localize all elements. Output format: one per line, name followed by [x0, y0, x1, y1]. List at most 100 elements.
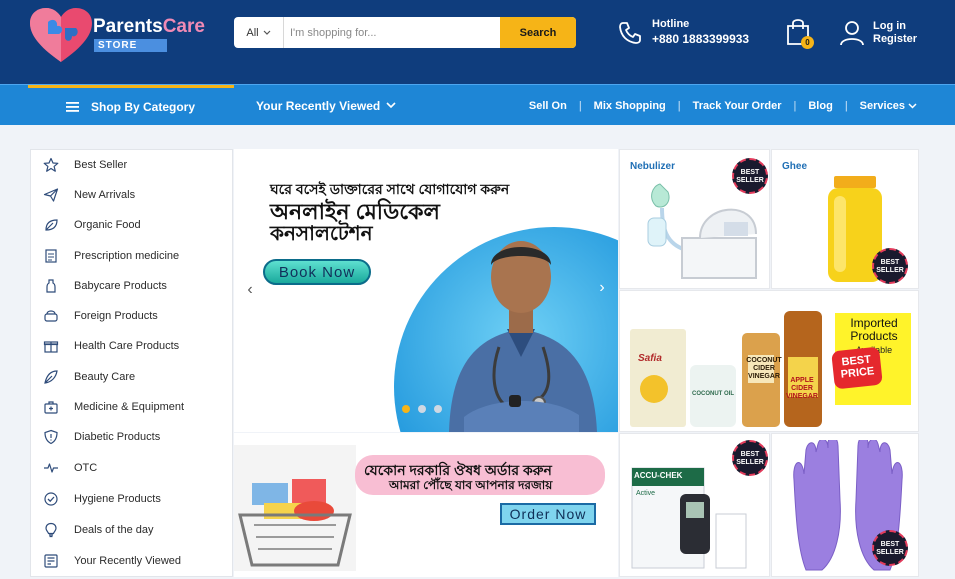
- sidebar-item-label: Best Seller: [74, 159, 128, 171]
- recently-viewed-label: Your Recently Viewed: [256, 98, 381, 113]
- search-input[interactable]: [290, 17, 500, 48]
- nav-divider: |: [793, 99, 797, 112]
- search-button[interactable]: Search: [500, 17, 576, 48]
- chevron-down-icon: [386, 102, 396, 109]
- nav-links: Sell On | Mix Shopping | Track Your Orde…: [529, 85, 917, 126]
- check-circle-icon: [44, 492, 58, 506]
- heartbeat-icon: [44, 463, 58, 473]
- gift-box-icon: [43, 341, 59, 353]
- prescription-icon: [45, 249, 57, 263]
- tile-accu-chek[interactable]: ACCU-CHEK Active BEST SELLER: [619, 433, 770, 577]
- chevron-down-icon: [263, 30, 271, 35]
- register-link[interactable]: Register: [873, 33, 917, 45]
- sidebar-item-health-care[interactable]: Health Care Products: [31, 331, 234, 361]
- promo-subtitle: আমরা পৌঁছে যাব আপনার দরজায়: [389, 478, 553, 492]
- best-seller-badge: BEST SELLER: [732, 158, 768, 194]
- nav-link-track-order[interactable]: Track Your Order: [693, 100, 782, 112]
- star-icon: [43, 157, 59, 172]
- tile-gloves[interactable]: BEST SELLER: [771, 433, 919, 577]
- sidebar-item-label: Organic Food: [74, 219, 141, 231]
- chevron-down-icon: [908, 102, 917, 109]
- phone-icon: [619, 22, 641, 44]
- sidebar-item-label: Foreign Products: [74, 310, 158, 322]
- tile-title-ghee: Ghee: [782, 161, 808, 172]
- best-price-tag: BEST PRICE: [831, 346, 883, 390]
- search-bar: All Search: [234, 17, 576, 48]
- sidebar-item-label: Your Recently Viewed: [74, 555, 182, 567]
- sidebar-item-organic-food[interactable]: Organic Food: [31, 210, 234, 240]
- nav-link-services[interactable]: Services: [860, 100, 917, 112]
- history-icon: [44, 554, 58, 568]
- search-category-select[interactable]: All: [234, 17, 284, 48]
- cart-count-badge: 0: [801, 36, 814, 49]
- book-now-button[interactable]: Book Now: [263, 259, 371, 285]
- shield-icon: [44, 429, 58, 445]
- shop-by-category-label: Shop By Category: [91, 100, 196, 114]
- slider-dot[interactable]: [434, 405, 442, 413]
- baby-bottle-icon: [46, 279, 56, 293]
- sidebar-item-prescription-medicine[interactable]: Prescription medicine: [31, 241, 234, 271]
- sidebar-item-babycare[interactable]: Babycare Products: [31, 271, 234, 301]
- hotline-number: +880 1883399933: [652, 32, 750, 46]
- slider-dot[interactable]: [418, 405, 426, 413]
- tile-imported-products[interactable]: Safia COCONUT OIL COCONUT CIDER VINEGAR …: [619, 290, 919, 432]
- hamburger-menu-icon: [66, 102, 79, 112]
- sidebar-item-label: Health Care Products: [74, 340, 180, 352]
- logo-store-tag: STORE: [94, 39, 168, 52]
- nav-link-blog[interactable]: Blog: [808, 100, 832, 112]
- sidebar-item-label: Beauty Care: [74, 371, 136, 383]
- sidebar-item-foreign-products[interactable]: Foreign Products: [31, 301, 234, 331]
- sidebar-item-otc[interactable]: OTC: [31, 453, 234, 483]
- cart-button[interactable]: 0: [785, 17, 815, 49]
- slider-prev-arrow[interactable]: ‹: [242, 281, 258, 299]
- hero-subtitle: কনসালটেশন: [270, 223, 373, 245]
- user-icon: [840, 21, 864, 46]
- paper-plane-icon: [43, 188, 59, 202]
- doctor-illustration: [449, 241, 597, 432]
- sidebar-item-best-seller[interactable]: Best Seller: [31, 150, 234, 180]
- order-now-button[interactable]: Order Now: [500, 503, 596, 525]
- site-logo[interactable]: ParentsCare STORE: [30, 8, 210, 64]
- nav-link-mix-shopping[interactable]: Mix Shopping: [594, 100, 666, 112]
- best-seller-badge: BEST SELLER: [872, 530, 908, 566]
- sidebar-item-new-arrivals[interactable]: New Arrivals: [31, 180, 234, 210]
- sidebar-item-diabetic-products[interactable]: Diabetic Products: [31, 422, 234, 452]
- sidebar-item-label: Medicine & Equipment: [74, 401, 185, 413]
- sidebar-item-deals-of-the-day[interactable]: Deals of the day: [31, 515, 234, 545]
- slider-dot[interactable]: [402, 405, 410, 413]
- nav-link-sell-on[interactable]: Sell On: [529, 100, 567, 112]
- sidebar-item-medicine-equipment[interactable]: Medicine & Equipment: [31, 392, 234, 422]
- leaf-icon: [45, 219, 58, 231]
- logo-brand-name: ParentsCare: [93, 16, 205, 37]
- sidebar-item-beauty-care[interactable]: Beauty Care: [31, 362, 234, 392]
- category-sidebar: Best Seller New Arrivals Organic Food Pr…: [30, 149, 233, 577]
- medical-kit-icon: [44, 401, 58, 414]
- top-header: ParentsCare STORE All Search Hotline +88…: [0, 0, 955, 84]
- glucometer-image: [631, 467, 747, 569]
- best-seller-badge: BEST SELLER: [872, 248, 908, 284]
- hotline-label: Hotline: [652, 18, 690, 30]
- sidebar-item-label: Deals of the day: [74, 524, 154, 536]
- sidebar-item-label: Hygiene Products: [74, 493, 161, 505]
- sidebar-item-label: New Arrivals: [74, 189, 136, 201]
- coconut-vinegar-label: COCONUT CIDER VINEGAR: [746, 357, 782, 380]
- sidebar-item-label: OTC: [74, 462, 98, 474]
- account-menu[interactable]: Log in Register: [840, 18, 935, 50]
- hotline[interactable]: Hotline +880 1883399933: [618, 18, 768, 50]
- tile-ghee[interactable]: Ghee BEST SELLER: [771, 149, 919, 289]
- imported-products-title: Imported Products: [850, 316, 898, 343]
- tile-nebulizer[interactable]: Nebulizer BEST SELLER: [619, 149, 770, 289]
- coconut-oil-label: COCONUT OIL: [692, 391, 734, 397]
- nav-divider: |: [844, 99, 848, 112]
- slider-next-arrow[interactable]: ›: [594, 279, 610, 297]
- sidebar-item-recently-viewed[interactable]: Your Recently Viewed: [31, 546, 234, 576]
- hero-slider[interactable]: ঘরে বসেই ডাক্তারের সাথে যোগাযোগ করুন অনল…: [234, 149, 618, 432]
- login-link[interactable]: Log in: [873, 20, 906, 32]
- search-category-value: All: [246, 26, 259, 39]
- shop-by-category-button[interactable]: Shop By Category: [28, 85, 234, 126]
- heart-puzzle-logo-icon: [30, 8, 92, 62]
- order-medicine-banner[interactable]: যেকোন দরকারি ঔষধ অর্ডার করুন আমরা পৌঁছে …: [234, 433, 618, 577]
- recently-viewed-dropdown[interactable]: Your Recently Viewed: [256, 85, 396, 126]
- sidebar-item-hygiene-products[interactable]: Hygiene Products: [31, 484, 234, 514]
- sidebar-item-label: Diabetic Products: [74, 431, 161, 443]
